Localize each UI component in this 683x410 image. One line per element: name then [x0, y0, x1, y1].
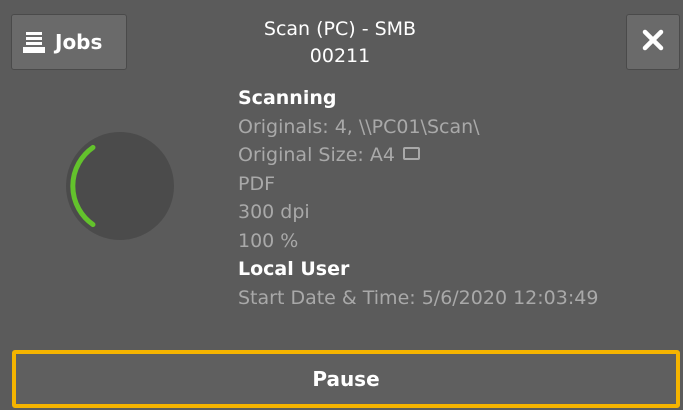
- job-state: Scanning: [238, 87, 337, 109]
- job-list-icon: [23, 31, 45, 53]
- close-icon: [641, 28, 665, 56]
- original-size-info: Original Size: A4: [238, 144, 395, 166]
- pause-button-label: Pause: [312, 367, 380, 391]
- originals-info: Originals: 4, \\PC01\Scan\: [238, 115, 480, 138]
- pause-button[interactable]: Pause: [12, 350, 680, 408]
- progress-spinner-icon: [64, 130, 176, 242]
- start-date-time: Start Date & Time: 5/6/2020 12:03:49: [238, 286, 599, 309]
- original-size-row: Original Size: A4: [238, 141, 678, 170]
- file-format: PDF: [238, 172, 276, 195]
- user-name: Local User: [238, 258, 350, 280]
- scale: 100 %: [238, 229, 299, 252]
- jobs-button-label: Jobs: [55, 30, 103, 54]
- resolution: 300 dpi: [238, 201, 310, 223]
- landscape-page-icon: [402, 147, 420, 160]
- job-details: Scanning Originals: 4, \\PC01\Scan\ Orig…: [238, 84, 678, 312]
- job-number: 00211: [309, 45, 371, 67]
- jobs-button[interactable]: Jobs: [11, 14, 127, 70]
- job-type-title: Scan (PC) - SMB: [263, 18, 417, 40]
- close-button[interactable]: [626, 14, 680, 70]
